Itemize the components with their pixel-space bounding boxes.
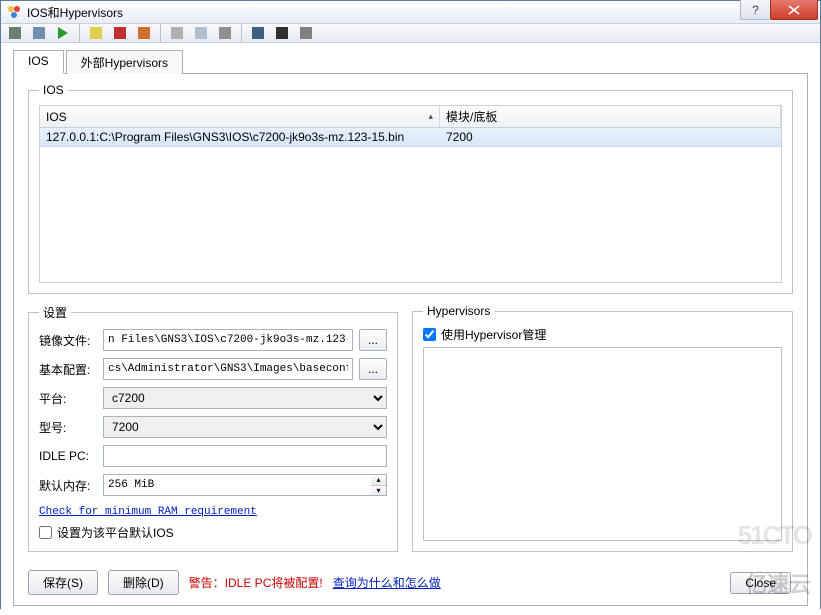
close-window-button[interactable] <box>770 0 818 20</box>
browse-baseconfig-button[interactable]: ... <box>359 358 387 380</box>
cell-ios-path: 127.0.0.1:C:\Program Files\GNS3\IOS\c720… <box>40 128 440 146</box>
use-hypervisor-checkbox[interactable] <box>423 328 436 341</box>
platform-select[interactable]: c7200 <box>103 387 387 409</box>
image-path-input[interactable] <box>103 329 353 351</box>
settings-legend: 设置 <box>39 304 71 321</box>
baseconfig-path-input[interactable] <box>103 358 353 380</box>
toolbar-icon-9[interactable] <box>217 25 233 41</box>
ram-label: 默认内存: <box>39 477 97 494</box>
toolbar <box>1 24 820 43</box>
model-label: 型号: <box>39 419 97 436</box>
baseconfig-label: 基本配置: <box>39 361 97 378</box>
hypervisors-legend: Hypervisors <box>423 304 494 318</box>
spin-up-icon[interactable]: ▴ <box>371 475 386 486</box>
toolbar-icon-2[interactable] <box>31 25 47 41</box>
toolbar-icon-10[interactable] <box>250 25 266 41</box>
toolbar-icon-11[interactable] <box>274 25 290 41</box>
stop-icon[interactable] <box>112 25 128 41</box>
hypervisor-list[interactable] <box>423 347 782 541</box>
toolbar-separator-2 <box>160 24 161 42</box>
close-button[interactable]: Close <box>730 572 791 594</box>
hypervisors-group: Hypervisors 使用Hypervisor管理 <box>412 304 793 552</box>
tab-row: IOS 外部Hypervisors <box>13 49 808 74</box>
cell-module: 7200 <box>440 128 781 146</box>
default-ios-label: 设置为该平台默认IOS <box>57 524 174 541</box>
ios-table-body[interactable]: 127.0.0.1:C:\Program Files\GNS3\IOS\c720… <box>39 128 782 283</box>
tab-ios[interactable]: IOS <box>13 50 64 74</box>
spin-down-icon[interactable]: ▾ <box>371 486 386 496</box>
ios-group-legend: IOS <box>39 83 68 97</box>
app-icon <box>6 4 22 20</box>
image-label: 镜像文件: <box>39 332 97 349</box>
ram-spinner[interactable]: ▴ ▾ <box>371 474 387 496</box>
default-ios-checkbox[interactable] <box>39 526 52 539</box>
idlepc-label: IDLE PC: <box>39 449 97 463</box>
toolbar-icon-1[interactable] <box>7 25 23 41</box>
settings-group: 设置 镜像文件: ... 基本配置: ... 平台: <box>28 304 398 552</box>
help-button[interactable]: ? <box>740 0 770 20</box>
bottom-bar: 保存(S) 删除(D) 警告：IDLE PC将被配置! 查询为什么和怎么做 Clo… <box>28 570 793 595</box>
warning-text: 警告：IDLE PC将被配置! <box>189 574 323 591</box>
play-icon[interactable] <box>55 25 71 41</box>
toolbar-icon-6[interactable] <box>136 25 152 41</box>
idlepc-input[interactable] <box>103 445 387 467</box>
ios-group: IOS IOS ▴ 模块/底板 127.0.0.1:C:\Program Fil… <box>28 83 793 294</box>
toolbar-icon-12[interactable] <box>298 25 314 41</box>
toolbar-icon-8[interactable] <box>193 25 209 41</box>
title-bar: IOS和Hypervisors ? <box>1 1 820 24</box>
sort-asc-icon: ▴ <box>428 111 433 122</box>
tab-pane-ios: IOS IOS ▴ 模块/底板 127.0.0.1:C:\Program Fil… <box>13 73 808 606</box>
save-button[interactable]: 保存(S) <box>28 570 98 595</box>
table-row[interactable]: 127.0.0.1:C:\Program Files\GNS3\IOS\c720… <box>40 128 781 147</box>
toolbar-separator <box>79 24 80 42</box>
browse-image-button[interactable]: ... <box>359 329 387 351</box>
window-title: IOS和Hypervisors <box>27 4 123 21</box>
use-hypervisor-label: 使用Hypervisor管理 <box>441 326 546 343</box>
tab-external-hypervisors[interactable]: 外部Hypervisors <box>66 50 183 74</box>
col-header-module[interactable]: 模块/底板 <box>440 106 781 127</box>
toolbar-icon-4[interactable] <box>88 25 104 41</box>
toolbar-separator-3 <box>241 24 242 42</box>
ios-table-header: IOS ▴ 模块/底板 <box>39 105 782 128</box>
ram-input[interactable] <box>103 474 371 496</box>
col-header-ios[interactable]: IOS ▴ <box>40 106 440 127</box>
warning-link[interactable]: 查询为什么和怎么做 <box>333 574 441 591</box>
delete-button[interactable]: 删除(D) <box>108 570 179 595</box>
model-select[interactable]: 7200 <box>103 416 387 438</box>
toolbar-icon-7[interactable] <box>169 25 185 41</box>
platform-label: 平台: <box>39 390 97 407</box>
check-ram-link[interactable]: Check for minimum RAM requirement <box>39 506 257 518</box>
